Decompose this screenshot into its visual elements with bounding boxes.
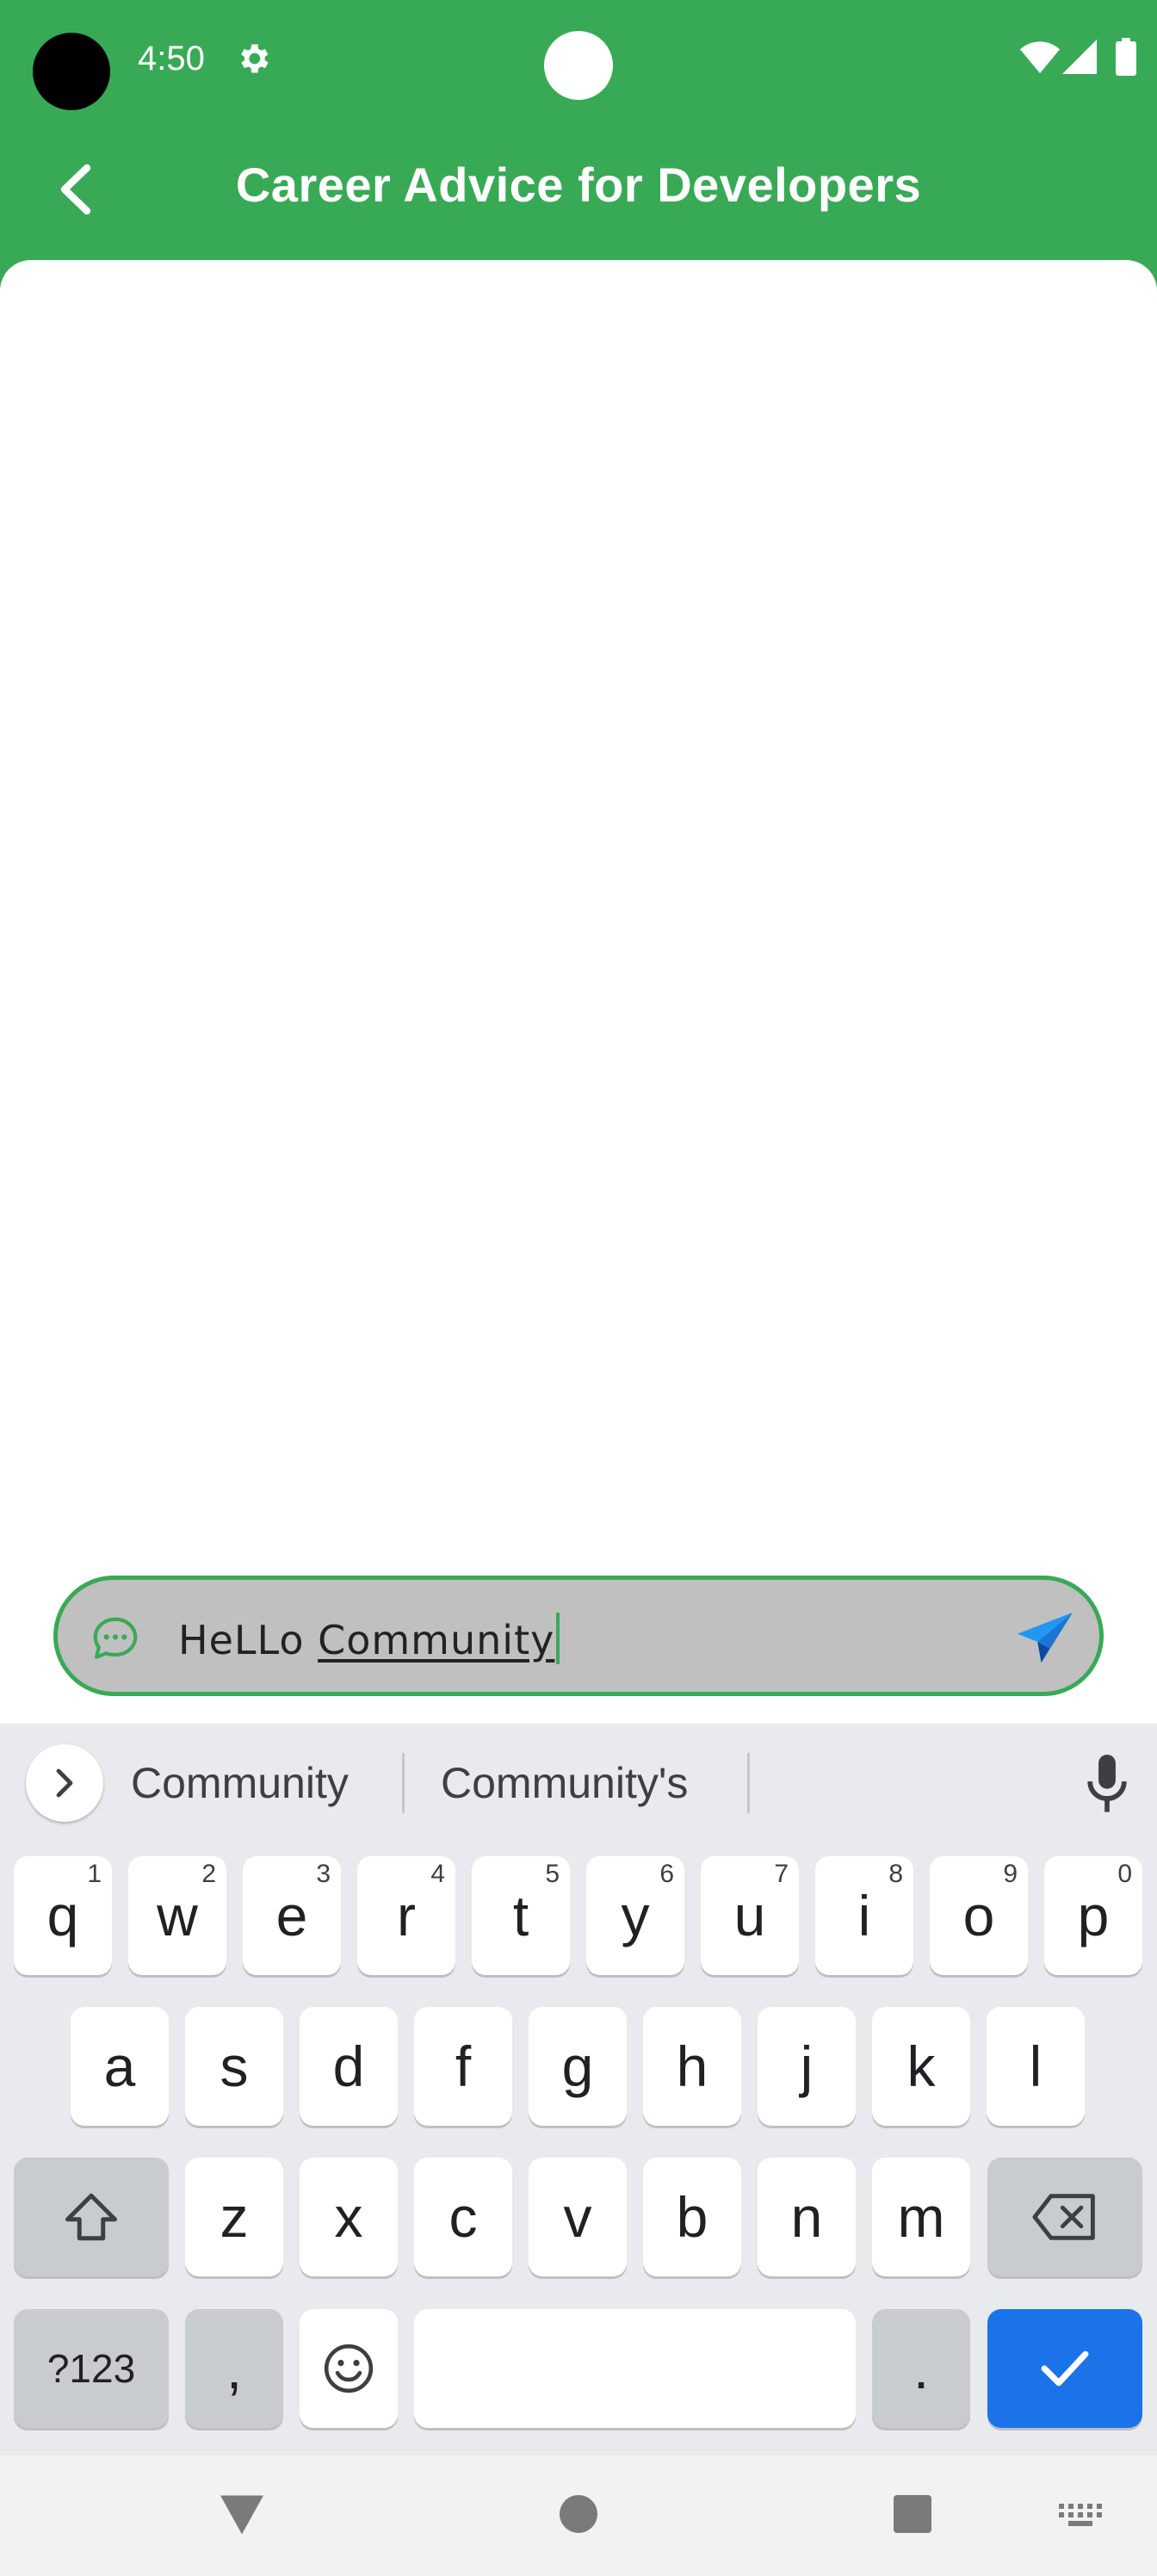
gear-icon [241, 44, 269, 73]
soft-keyboard: Community Community's q1 w2 e3 r4 t5 y6 … [0, 1724, 1157, 2455]
nav-back-icon[interactable] [220, 2495, 263, 2535]
key-h[interactable]: h [643, 2007, 741, 2126]
suggestion-1[interactable]: Community [131, 1758, 349, 1808]
shift-icon [65, 2193, 117, 2241]
key-s[interactable]: s [185, 2007, 283, 2126]
done-key[interactable] [987, 2309, 1142, 2428]
key-o[interactable]: o9 [930, 1856, 1028, 1975]
nav-recents-icon[interactable] [894, 2495, 931, 2533]
suggestion-divider [402, 1753, 405, 1813]
key-k[interactable]: k [872, 2007, 970, 2126]
battery-icon [1116, 38, 1136, 76]
key-j[interactable]: j [758, 2007, 856, 2126]
emoji-icon [324, 2344, 374, 2393]
status-bar: 4:50 [0, 0, 1157, 129]
page-title: Career Advice for Developers [235, 158, 922, 212]
text-caret [556, 1613, 560, 1664]
suggestion-2[interactable]: Community's [441, 1758, 688, 1808]
key-y[interactable]: y6 [586, 1856, 684, 1975]
symbols-key[interactable]: ?123 [14, 2309, 169, 2428]
message-text-composing: Community [318, 1617, 555, 1663]
message-input[interactable]: HeLLo Community [53, 1576, 1104, 1696]
key-x[interactable]: x [300, 2158, 398, 2276]
backspace-key[interactable] [987, 2158, 1142, 2276]
backspace-icon [1032, 2194, 1095, 2240]
message-text[interactable]: HeLLo Community [178, 1613, 560, 1664]
signal-icon [1062, 40, 1097, 74]
key-p[interactable]: p0 [1044, 1856, 1142, 1975]
microphone-icon[interactable] [1086, 1755, 1128, 1813]
wifi-icon [1020, 41, 1060, 74]
key-m[interactable]: m [872, 2158, 970, 2276]
key-f[interactable]: f [414, 2007, 512, 2126]
suggestion-strip: Community Community's [0, 1724, 1157, 1844]
send-icon[interactable] [1015, 1609, 1075, 1666]
emoji-key[interactable] [300, 2309, 398, 2428]
key-r[interactable]: r4 [357, 1856, 455, 1975]
key-w[interactable]: w2 [128, 1856, 226, 1975]
camera-cutout [33, 33, 110, 110]
key-i[interactable]: i8 [815, 1856, 913, 1975]
nav-home-icon[interactable] [560, 2495, 597, 2533]
key-v[interactable]: v [529, 2158, 627, 2276]
keyboard-switch-icon[interactable] [1059, 2504, 1102, 2526]
key-e[interactable]: e3 [243, 1856, 341, 1975]
chevron-right-icon [56, 1768, 73, 1798]
app-bar: Career Advice for Developers [0, 129, 1157, 258]
space-key[interactable] [414, 2309, 856, 2428]
key-u[interactable]: u7 [701, 1856, 799, 1975]
shift-key[interactable] [14, 2158, 169, 2276]
key-a[interactable]: a [71, 2007, 169, 2126]
expand-toolbar-button[interactable] [26, 1744, 103, 1822]
message-list: HeLLo Community [0, 260, 1157, 1724]
key-l[interactable]: l [987, 2007, 1085, 2126]
chat-bubble-icon[interactable] [89, 1613, 142, 1666]
key-c[interactable]: c [414, 2158, 512, 2276]
key-q[interactable]: q1 [14, 1856, 112, 1975]
checkmark-icon [1041, 2350, 1089, 2387]
key-t[interactable]: t5 [472, 1856, 570, 1975]
message-text-committed: HeLLo [178, 1617, 319, 1663]
period-key[interactable]: . [872, 2309, 970, 2428]
system-nav-bar [0, 2455, 1157, 2576]
key-n[interactable]: n [758, 2158, 856, 2276]
key-g[interactable]: g [529, 2007, 627, 2126]
key-b[interactable]: b [643, 2158, 741, 2276]
suggestion-divider [747, 1753, 750, 1813]
comma-key[interactable]: , [185, 2309, 283, 2428]
key-d[interactable]: d [300, 2007, 398, 2126]
front-camera [544, 31, 613, 100]
status-time: 4:50 [138, 40, 205, 77]
key-z[interactable]: z [185, 2158, 283, 2276]
